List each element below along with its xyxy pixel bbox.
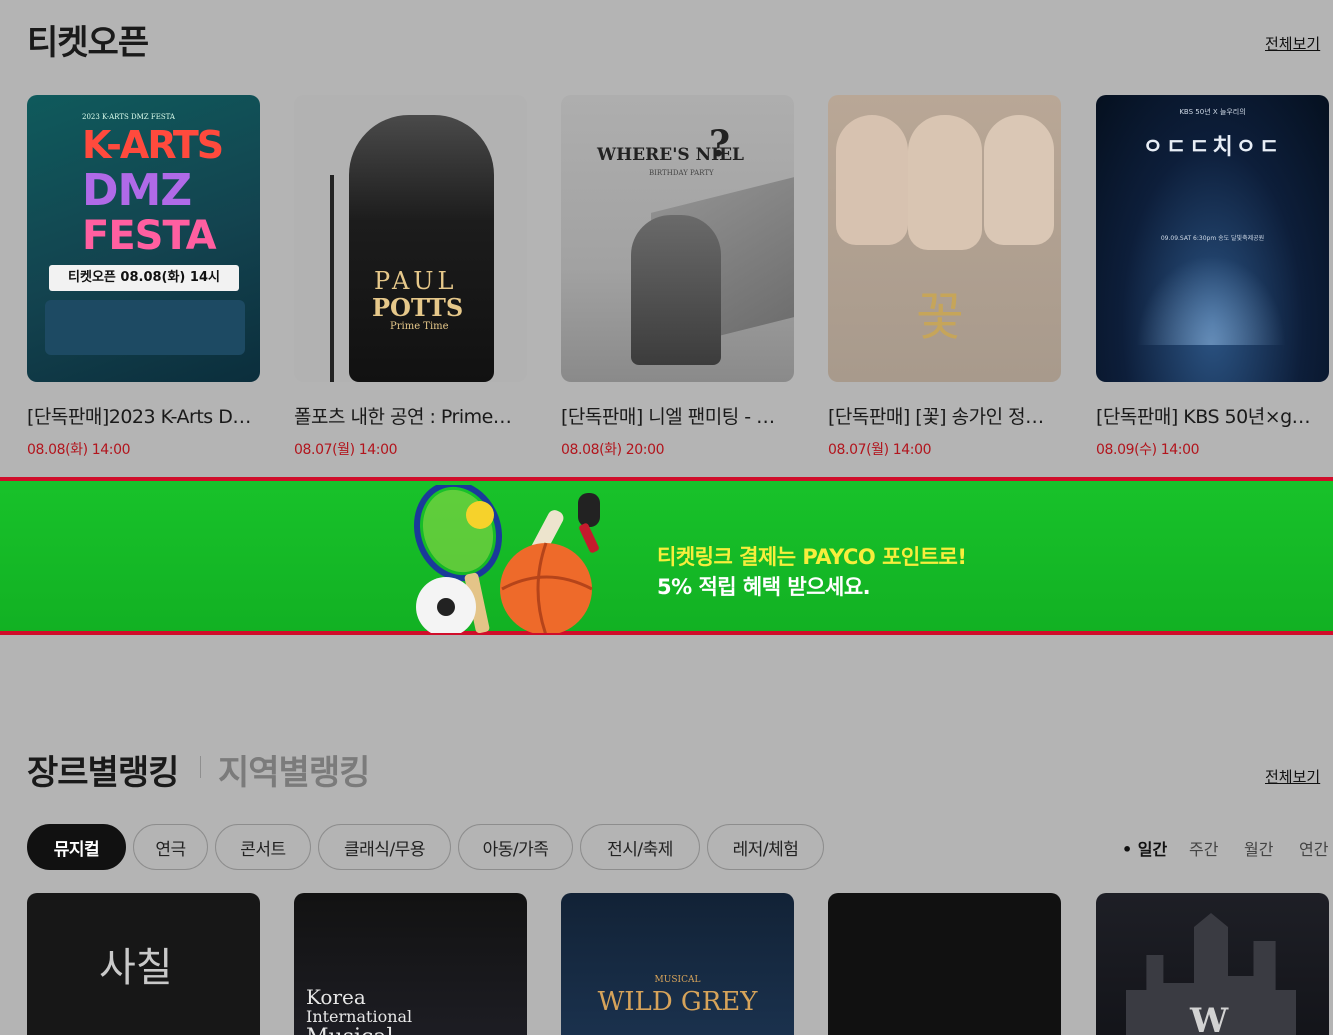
poster-figure: [349, 115, 494, 382]
ranking-poster[interactable]: MUSICAL WILD GREY: [561, 893, 794, 1035]
poster-songgain[interactable]: 꽃: [828, 95, 1061, 382]
ticket-card[interactable]: 꽃 [단독판매] [꽃] 송가인 정… 08.07(월) 14:00: [828, 95, 1061, 459]
poster-text: FESTA: [82, 213, 217, 259]
period-daily[interactable]: • 일간: [1122, 836, 1167, 860]
poster-text: ?: [709, 123, 731, 165]
ticket-card[interactable]: KBS 50년 X 늘우리의 ㅇㄷㄷ치ㅇㄷ 09.09.SAT 6:30pm 송…: [1096, 95, 1329, 459]
poster-text: W: [1190, 1001, 1229, 1035]
banner-headline: 티켓링크 결제는 PAYCO 포인트로!: [657, 545, 967, 569]
tab-genre-ranking[interactable]: 장르별랭킹: [27, 745, 179, 794]
poster-microphone: [330, 175, 334, 382]
poster-text: K-ARTS: [82, 123, 224, 167]
period-weekly[interactable]: 주간: [1189, 836, 1218, 860]
genre-chip-exhibition-festival[interactable]: 전시/축제: [580, 824, 700, 870]
poster-caption: KBS 50년 X 늘우리의: [1179, 108, 1246, 116]
poster-text: BIRTHDAY PARTY: [649, 169, 714, 177]
poster-caption: 2023 K-ARTS DMZ FESTA: [82, 113, 175, 121]
poster-text: Prime Time: [390, 321, 449, 332]
poster-text: 사칠: [99, 945, 173, 991]
genre-chip-kids-family[interactable]: 아동/가족: [458, 824, 573, 870]
ranking-view-all-link[interactable]: 전체보기: [1265, 766, 1320, 787]
ticket-card[interactable]: WHERE'S NIEL ? BIRTHDAY PARTY [단독판매] 니엘 …: [561, 95, 794, 459]
card-date: 08.09(수) 14:00: [1096, 442, 1200, 458]
poster-text: DMZ: [82, 165, 192, 216]
genre-chip-leisure[interactable]: 레저/체험: [707, 824, 824, 870]
poster-caption: 09.09.SAT 6:30pm 송도 달빛축제공원: [1160, 235, 1265, 242]
ticket-open-title: 티켓오픈: [27, 23, 149, 63]
poster-face: [836, 115, 908, 245]
poster-text: WILD GREY: [597, 987, 758, 1017]
sports-balls-illustration: [413, 485, 600, 633]
payco-promo-banner[interactable]: 티켓링크 결제는 PAYCO 포인트로! 5% 적립 혜택 받으세요.: [0, 477, 1333, 635]
poster-lights: [1136, 255, 1286, 345]
card-title[interactable]: [단독판매]2023 K-Arts D…: [27, 402, 260, 429]
poster-face: [984, 115, 1054, 245]
genre-chip-musical[interactable]: 뮤지컬: [27, 824, 126, 870]
period-monthly[interactable]: 월간: [1244, 836, 1273, 860]
poster-text: Korea: [306, 985, 366, 1009]
tab-divider: [200, 756, 201, 778]
poster-text: ㅇㄷㄷ치ㅇㄷ: [1142, 135, 1283, 160]
card-date: 08.08(화) 20:00: [561, 442, 665, 458]
tab-region-ranking[interactable]: 지역별랭킹: [218, 745, 370, 794]
card-title[interactable]: 폴포츠 내한 공연 : Prime…: [294, 402, 527, 429]
ticket-open-view-all-link[interactable]: 전체보기: [1265, 33, 1320, 54]
card-date: 08.07(월) 14:00: [828, 442, 932, 458]
ticket-card[interactable]: PAUL POTTS Prime Time 폴포츠 내한 공연 : Prime……: [294, 95, 527, 459]
banner-subline: 5% 적립 혜택 받으세요.: [657, 575, 871, 599]
genre-chip-concert[interactable]: 콘서트: [215, 824, 311, 870]
poster-artists: [45, 300, 245, 355]
poster-face: [908, 115, 982, 250]
card-date: 08.08(화) 14:00: [27, 442, 131, 458]
poster-text: PAUL: [374, 267, 458, 295]
poster-text: 꽃: [916, 288, 964, 348]
poster-niel[interactable]: WHERE'S NIEL ? BIRTHDAY PARTY: [561, 95, 794, 382]
poster-open-date: 티켓오픈 08.08(화) 14시: [49, 265, 239, 291]
ranking-poster[interactable]: Korea International Musical: [294, 893, 527, 1035]
card-date: 08.07(월) 14:00: [294, 442, 398, 458]
genre-chip-classic-dance[interactable]: 클래식/무용: [318, 824, 451, 870]
card-title[interactable]: [단독판매] KBS 50년×g…: [1096, 402, 1329, 429]
ranking-poster[interactable]: [828, 893, 1061, 1035]
poster-text: International: [306, 1007, 413, 1026]
genre-chip-play[interactable]: 연극: [133, 824, 208, 870]
poster-paulpotts[interactable]: PAUL POTTS Prime Time: [294, 95, 527, 382]
ranking-poster[interactable]: 사칠: [27, 893, 260, 1035]
ranking-poster[interactable]: W: [1096, 893, 1329, 1035]
poster-caption: MUSICAL: [654, 975, 701, 985]
poster-text: POTTS: [372, 293, 464, 322]
card-title[interactable]: [단독판매] [꽃] 송가인 정…: [828, 402, 1061, 429]
poster-person: [631, 215, 721, 365]
ticket-card[interactable]: 2023 K-ARTS DMZ FESTA K-ARTS DMZ FESTA 티…: [27, 95, 260, 459]
poster-text: Musical: [306, 1025, 394, 1035]
card-title[interactable]: [단독판매] 니엘 팬미팅 - …: [561, 402, 794, 429]
poster-kbs50[interactable]: KBS 50년 X 늘우리의 ㅇㄷㄷ치ㅇㄷ 09.09.SAT 6:30pm 송…: [1096, 95, 1329, 382]
poster-kartsdmz[interactable]: 2023 K-ARTS DMZ FESTA K-ARTS DMZ FESTA 티…: [27, 95, 260, 382]
period-yearly[interactable]: 연간: [1299, 836, 1328, 860]
